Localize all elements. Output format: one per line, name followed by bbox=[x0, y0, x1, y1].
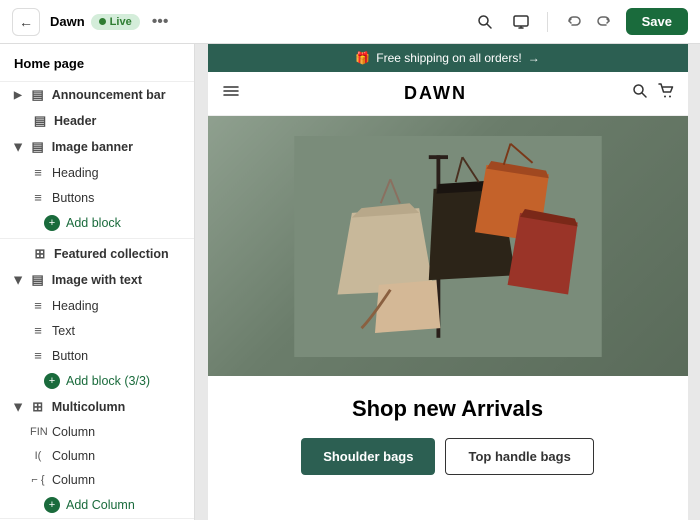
monitor-icon bbox=[513, 14, 529, 30]
store-logo: DAWN bbox=[240, 83, 632, 104]
top-handle-bags-button[interactable]: Top handle bags bbox=[445, 438, 593, 475]
preview-content: 🎁 Free shipping on all orders! → DAWN bbox=[208, 44, 688, 520]
sidebar-item-column-3[interactable]: ⌐ { Column bbox=[0, 468, 194, 492]
divider bbox=[0, 238, 194, 239]
menu-icon[interactable] bbox=[222, 82, 240, 105]
sidebar-item-header[interactable]: ▤ Header bbox=[0, 108, 194, 134]
more-options-button[interactable]: ••• bbox=[152, 13, 169, 31]
hamburger-icon bbox=[222, 82, 240, 100]
search-icon bbox=[477, 14, 493, 30]
chevron-down-icon: ▶ bbox=[12, 276, 23, 284]
add-block-button-iwt[interactable]: + Add block (3/3) bbox=[0, 368, 194, 394]
hero-image bbox=[208, 116, 688, 376]
add-block-button-banner[interactable]: + Add block bbox=[0, 210, 194, 236]
undo-redo-group bbox=[560, 8, 618, 36]
nav-cart-icon[interactable] bbox=[658, 83, 674, 104]
hero-background bbox=[208, 116, 688, 376]
sidebar-item-image-banner[interactable]: ▶ ▤ Image banner bbox=[0, 134, 194, 160]
chevron-down-icon: ▶ bbox=[12, 143, 23, 151]
topbar-divider bbox=[547, 12, 548, 32]
plus-circle-icon: + bbox=[44, 497, 60, 513]
redo-button[interactable] bbox=[590, 8, 618, 36]
section-icon: ▤ bbox=[30, 87, 46, 103]
sidebar-item-multicolumn[interactable]: ▶ ⊞ Multicolumn bbox=[0, 394, 194, 420]
preview-pane: 🎁 Free shipping on all orders! → DAWN bbox=[195, 44, 700, 520]
section-icon: ▤ bbox=[30, 272, 46, 288]
undo-button[interactable] bbox=[560, 8, 588, 36]
sidebar-item-featured-collection[interactable]: ⊞ Featured collection bbox=[0, 241, 194, 267]
column-icon: I( bbox=[30, 450, 46, 462]
drag-handle-icon: ≡ bbox=[30, 298, 46, 313]
sidebar-title: Home page bbox=[0, 44, 194, 82]
section-icon: ⊞ bbox=[30, 399, 46, 415]
topbar-actions: Save bbox=[471, 8, 688, 36]
sidebar: Home page ▶ ▤ Announcement bar ▤ Header … bbox=[0, 44, 195, 520]
live-badge: Live bbox=[91, 14, 140, 30]
drag-handle-icon: ≡ bbox=[30, 165, 46, 180]
sidebar-item-image-with-text[interactable]: ▶ ▤ Image with text bbox=[0, 267, 194, 293]
sidebar-item-iwt-heading[interactable]: ≡ Heading bbox=[0, 293, 194, 318]
live-dot-icon bbox=[99, 18, 106, 25]
sidebar-item-banner-heading[interactable]: ≡ Heading bbox=[0, 160, 194, 185]
promo-text: Free shipping on all orders! bbox=[376, 51, 521, 65]
sidebar-item-announcement-bar[interactable]: ▶ ▤ Announcement bar bbox=[0, 82, 194, 108]
plus-circle-icon: + bbox=[44, 373, 60, 389]
bags-illustration bbox=[244, 136, 652, 357]
chevron-right-icon: ▶ bbox=[14, 90, 22, 101]
undo-icon bbox=[566, 14, 582, 30]
hero-title: Shop new Arrivals bbox=[224, 396, 672, 422]
topbar: ← Dawn Live ••• bbox=[0, 0, 700, 44]
device-toggle-button[interactable] bbox=[507, 8, 535, 36]
column-icon: ⌐ { bbox=[30, 474, 46, 486]
hero-buttons: Shoulder bags Top handle bags bbox=[224, 438, 672, 475]
main-layout: Home page ▶ ▤ Announcement bar ▤ Header … bbox=[0, 44, 700, 520]
store-nav: DAWN bbox=[208, 72, 688, 116]
drag-handle-icon: ≡ bbox=[30, 190, 46, 205]
nav-icons bbox=[632, 83, 674, 104]
drag-handle-icon: ≡ bbox=[30, 323, 46, 338]
promo-bar: 🎁 Free shipping on all orders! → bbox=[208, 44, 688, 72]
search-button[interactable] bbox=[471, 8, 499, 36]
save-button[interactable]: Save bbox=[626, 8, 688, 35]
back-icon: ← bbox=[19, 14, 33, 30]
section-icon: ⊞ bbox=[32, 246, 48, 262]
sidebar-item-banner-buttons[interactable]: ≡ Buttons bbox=[0, 185, 194, 210]
add-column-button[interactable]: + Add Column bbox=[0, 492, 194, 518]
nav-search-icon[interactable] bbox=[632, 83, 648, 104]
hero-content: Shop new Arrivals Shoulder bags Top hand… bbox=[208, 376, 688, 495]
plus-circle-icon: + bbox=[44, 215, 60, 231]
promo-arrow: → bbox=[528, 51, 540, 65]
promo-emoji: 🎁 bbox=[355, 51, 370, 65]
section-icon: ▤ bbox=[32, 113, 48, 129]
live-label: Live bbox=[110, 16, 132, 28]
sidebar-item-column-2[interactable]: I( Column bbox=[0, 444, 194, 468]
sidebar-item-column-1[interactable]: FIN Column bbox=[0, 420, 194, 444]
sidebar-item-iwt-button[interactable]: ≡ Button bbox=[0, 343, 194, 368]
drag-handle-icon: ≡ bbox=[30, 348, 46, 363]
sidebar-item-iwt-text[interactable]: ≡ Text bbox=[0, 318, 194, 343]
column-icon: FIN bbox=[30, 426, 46, 438]
chevron-down-icon: ▶ bbox=[12, 403, 23, 411]
store-info: Dawn Live bbox=[50, 14, 140, 30]
shoulder-bags-button[interactable]: Shoulder bags bbox=[301, 438, 435, 475]
back-button[interactable]: ← bbox=[12, 8, 40, 36]
store-name: Dawn bbox=[50, 14, 85, 29]
section-icon: ▤ bbox=[30, 139, 46, 155]
redo-icon bbox=[596, 14, 612, 30]
